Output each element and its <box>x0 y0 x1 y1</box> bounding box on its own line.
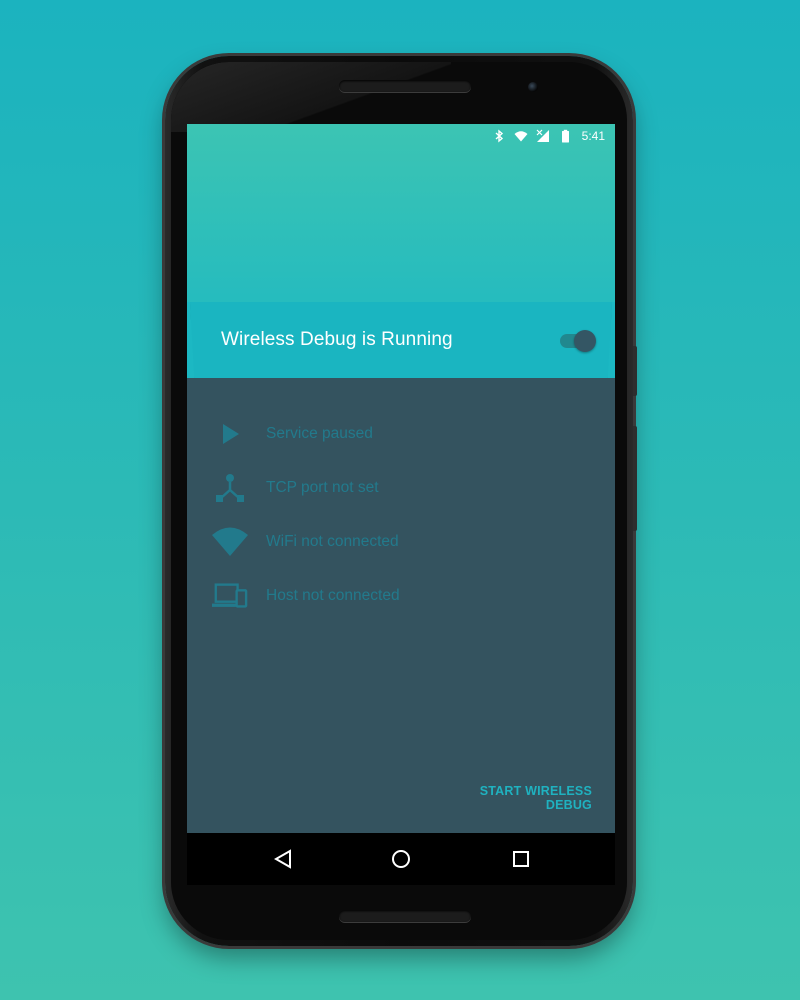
bluetooth-icon <box>492 129 506 143</box>
front-camera <box>528 82 538 92</box>
network-icon <box>212 470 248 506</box>
recents-icon <box>513 851 529 867</box>
home-button[interactable] <box>389 847 413 871</box>
status-item-wifi: WiFi not connected <box>187 524 615 564</box>
status-item-tcp-port: TCP port not set <box>187 470 615 510</box>
status-label: Host not connected <box>266 587 400 604</box>
status-label: WiFi not connected <box>266 533 399 550</box>
power-button[interactable] <box>633 346 637 396</box>
status-item-host: Host not connected <box>187 578 615 618</box>
navigation-bar <box>187 833 615 885</box>
wifi-icon <box>514 129 528 143</box>
debug-toggle-switch[interactable] <box>560 330 596 352</box>
volume-button[interactable] <box>633 426 637 531</box>
back-icon <box>274 849 291 869</box>
play-icon <box>212 416 248 452</box>
status-time: 5:41 <box>581 129 605 143</box>
top-speaker <box>339 80 471 92</box>
status-label: TCP port not set <box>266 479 379 496</box>
wifi-icon <box>212 524 248 560</box>
bottom-speaker <box>339 910 471 922</box>
battery-icon <box>558 129 572 143</box>
bezel-glare <box>171 62 451 132</box>
status-label: Service paused <box>266 425 373 442</box>
app-screen: 5:41 Wireless Debug is Running Service p… <box>187 124 615 833</box>
status-bar: 5:41 <box>187 124 615 148</box>
start-wireless-debug-button[interactable]: START WIRELESS DEBUG <box>442 784 592 812</box>
back-button[interactable] <box>271 847 295 871</box>
cell-signal-icon <box>536 129 550 143</box>
home-icon <box>392 850 410 868</box>
banner-title: Wireless Debug is Running <box>221 329 453 350</box>
devices-icon <box>212 578 248 614</box>
switch-thumb <box>574 330 596 352</box>
recents-button[interactable] <box>509 847 533 871</box>
status-item-service: Service paused <box>187 416 615 456</box>
